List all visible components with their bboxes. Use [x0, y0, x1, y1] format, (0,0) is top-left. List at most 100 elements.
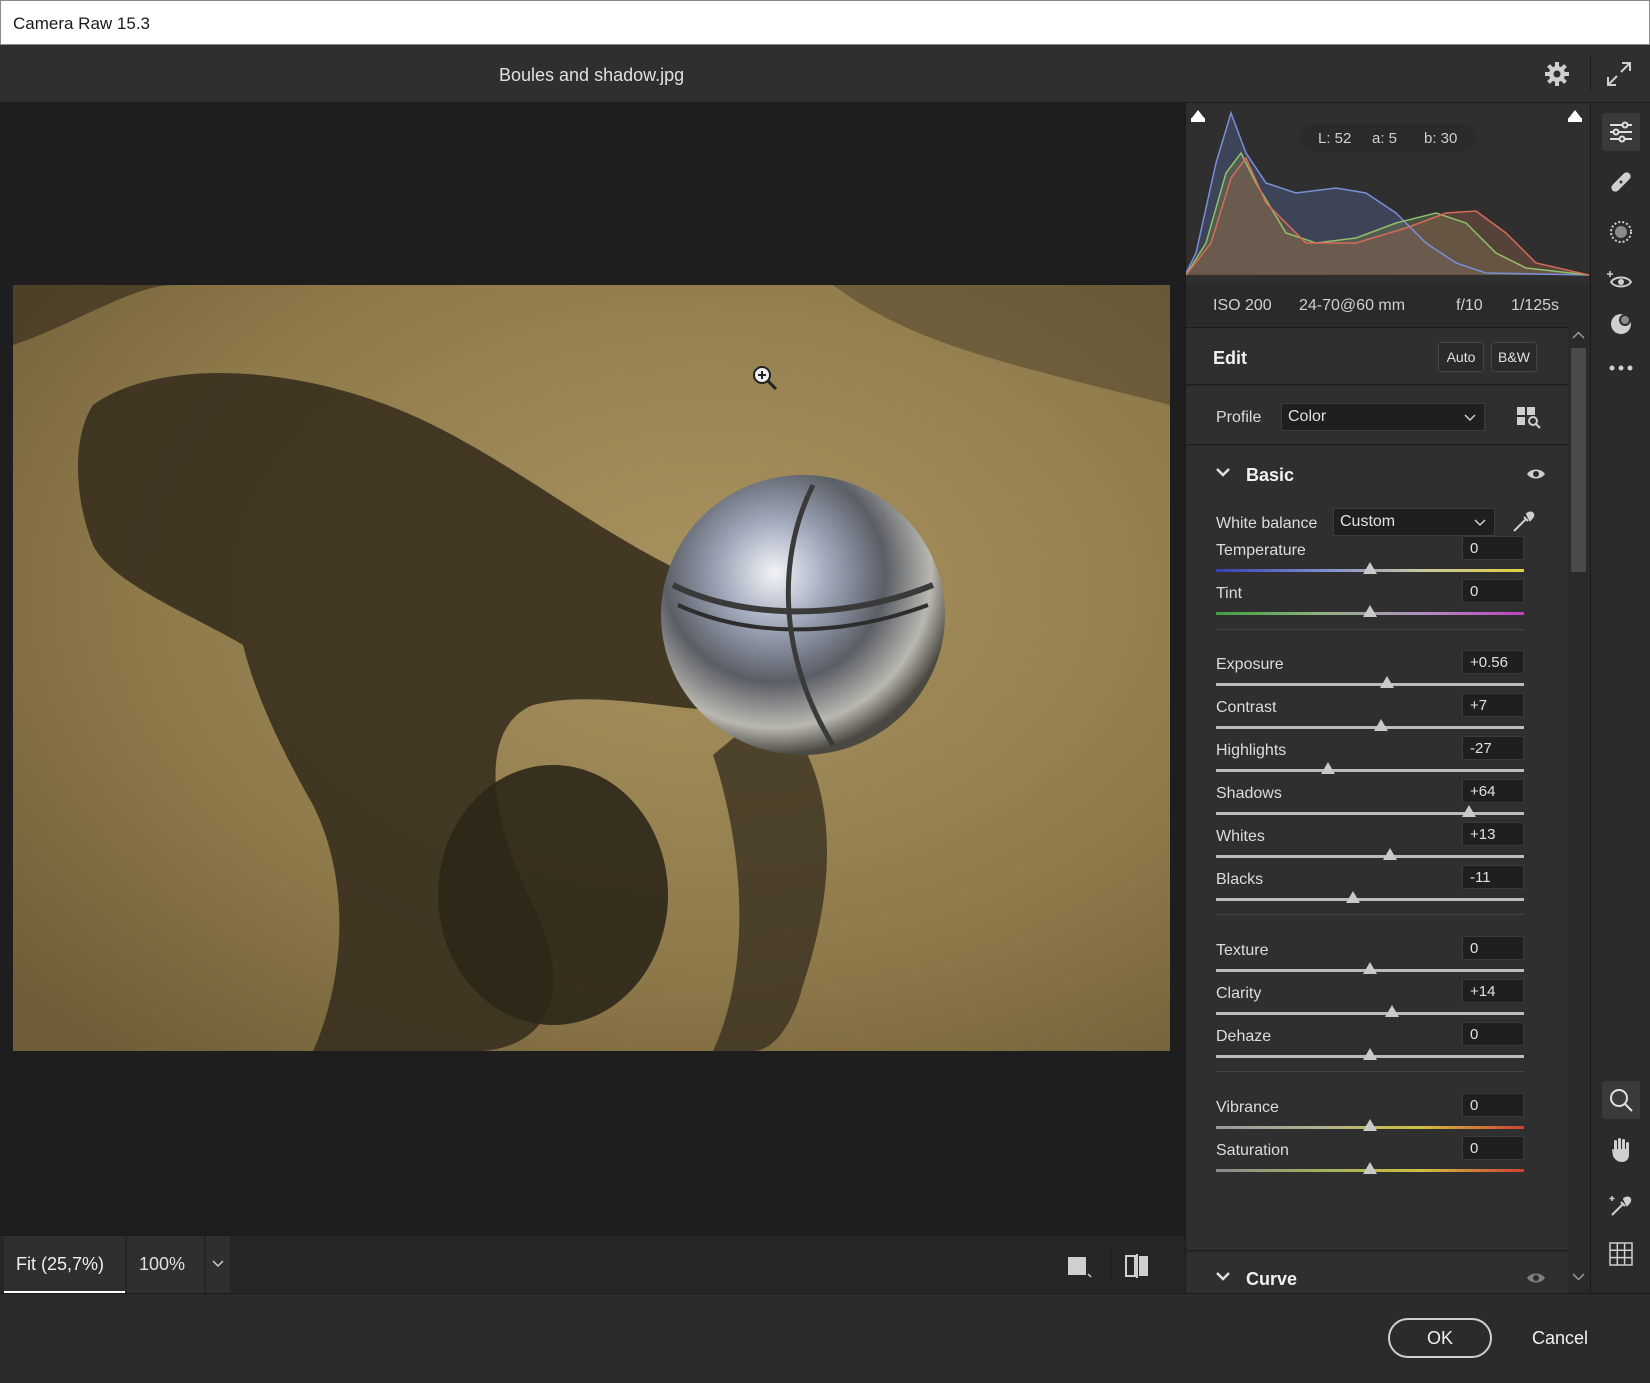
slider-thumb[interactable] [1363, 605, 1377, 617]
highlight-clipping-icon[interactable] [1565, 105, 1585, 125]
slider-blacks[interactable]: Blacks -11 [1216, 865, 1542, 913]
chevron-down-icon[interactable] [1215, 465, 1231, 483]
profile-row: Profile Color [1186, 387, 1568, 445]
section-divider [1216, 1071, 1524, 1072]
shutter-value: 1/125s [1511, 297, 1560, 314]
slider-thumb[interactable] [1346, 891, 1361, 903]
iso-value: ISO 200 [1213, 297, 1272, 314]
slider-thumb[interactable] [1363, 1119, 1377, 1131]
slider-thumb[interactable] [1363, 1162, 1377, 1174]
slider-thumb[interactable] [1383, 848, 1398, 860]
bw-button[interactable]: B&W [1491, 342, 1537, 372]
slider-thumb[interactable] [1373, 719, 1388, 731]
slider-value-input[interactable]: +14 [1462, 979, 1524, 1003]
slider-thumb[interactable] [1363, 1048, 1377, 1060]
eyedropper-icon[interactable] [1508, 507, 1538, 537]
slider-track[interactable] [1216, 683, 1524, 686]
slider-value-input[interactable]: -27 [1462, 736, 1524, 760]
section-divider [1216, 914, 1524, 915]
canvas-toolbar: Fit (25,7%) 100% [0, 1235, 1185, 1294]
slider-track[interactable] [1216, 726, 1524, 729]
slider-thumb[interactable] [1363, 562, 1377, 574]
profile-select[interactable]: Color [1281, 403, 1485, 431]
slider-track[interactable] [1216, 855, 1524, 858]
slider-value-input[interactable]: 0 [1462, 1136, 1524, 1160]
slider-value-input[interactable]: 0 [1462, 579, 1524, 603]
single-view-icon[interactable] [1066, 1254, 1092, 1280]
slider-value-input[interactable]: 0 [1462, 936, 1524, 960]
slider-label: Whites [1216, 828, 1265, 845]
edit-sliders-icon[interactable] [1602, 113, 1640, 151]
slider-thumb[interactable] [1363, 962, 1377, 974]
slider-clarity[interactable]: Clarity +14 [1216, 979, 1542, 1027]
image-canvas[interactable] [0, 103, 1185, 1235]
eye-icon[interactable] [1526, 467, 1546, 486]
slider-tint[interactable]: Tint 0 [1216, 579, 1542, 627]
scrollbar-thumb[interactable] [1571, 348, 1586, 572]
hand-icon[interactable] [1602, 1131, 1640, 1169]
slider-thumb[interactable] [1461, 805, 1476, 817]
masking-icon[interactable] [1602, 213, 1640, 251]
slider-value-input[interactable]: 0 [1462, 1093, 1524, 1117]
eye-icon[interactable] [1526, 1271, 1546, 1290]
chevron-up-icon[interactable] [1572, 331, 1585, 339]
cancel-button[interactable]: Cancel [1510, 1318, 1610, 1358]
panel-scrollbar[interactable] [1568, 327, 1589, 1293]
window-title: Camera Raw 15.3 [13, 14, 151, 33]
zoom-icon[interactable] [1602, 1081, 1640, 1119]
slider-whites[interactable]: Whites +13 [1216, 822, 1542, 870]
slider-vibrance[interactable]: Vibrance 0 [1216, 1093, 1542, 1141]
zoom-dropdown[interactable] [206, 1236, 230, 1294]
slider-thumb[interactable] [1321, 762, 1336, 774]
more-icon[interactable] [1602, 349, 1640, 387]
slider-shadows[interactable]: Shadows +64 [1216, 779, 1542, 827]
slider-texture[interactable]: Texture 0 [1216, 936, 1542, 984]
slider-value-input[interactable]: +64 [1462, 779, 1524, 803]
fullscreen-icon[interactable] [1604, 59, 1634, 89]
slider-value-input[interactable]: +7 [1462, 693, 1524, 717]
ok-button[interactable]: OK [1388, 1318, 1492, 1358]
auto-button[interactable]: Auto [1438, 342, 1484, 372]
slider-dehaze[interactable]: Dehaze 0 [1216, 1022, 1542, 1070]
basic-title: Basic [1246, 465, 1295, 485]
white-balance-select[interactable]: Custom [1333, 508, 1495, 536]
slider-saturation[interactable]: Saturation 0 [1216, 1136, 1542, 1184]
white-balance-value: Custom [1340, 513, 1396, 530]
grid-icon[interactable] [1602, 1235, 1640, 1273]
lab-readout: L: 52 a: 5 b: 30 [1300, 124, 1476, 152]
slider-contrast[interactable]: Contrast +7 [1216, 693, 1542, 741]
slider-label: Exposure [1216, 656, 1284, 673]
slider-value-input[interactable]: 0 [1462, 536, 1524, 560]
lab-a-value: a: 5 [1372, 130, 1398, 147]
photo-preview[interactable] [13, 285, 1170, 1051]
before-after-icon[interactable] [1123, 1252, 1151, 1280]
camera-metadata: ISO 200 24-70@60 mm f/10 1/125s [1186, 285, 1589, 325]
chevron-down-icon[interactable] [1572, 1273, 1585, 1281]
chevron-down-icon [212, 1260, 224, 1268]
healing-icon[interactable] [1602, 163, 1640, 201]
slider-exposure[interactable]: Exposure +0.56 [1216, 650, 1542, 698]
slider-highlights[interactable]: Highlights -27 [1216, 736, 1542, 784]
chevron-down-icon [1474, 519, 1486, 527]
slider-thumb[interactable] [1384, 1005, 1399, 1017]
slider-value-input[interactable]: +13 [1462, 822, 1524, 846]
shadow-clipping-icon[interactable] [1188, 105, 1208, 125]
slider-track[interactable] [1216, 898, 1524, 901]
slider-track[interactable] [1216, 812, 1524, 815]
zoom-100-button[interactable]: 100% [127, 1236, 204, 1294]
slider-value-input[interactable]: +0.56 [1462, 650, 1524, 674]
color-sampler-icon[interactable] [1602, 1187, 1640, 1225]
slider-track[interactable] [1216, 769, 1524, 772]
slider-thumb[interactable] [1380, 676, 1395, 688]
presets-icon[interactable] [1602, 305, 1640, 343]
chevron-down-icon[interactable] [1215, 1269, 1231, 1287]
profile-browser-icon[interactable] [1516, 405, 1542, 429]
slider-track[interactable] [1216, 1012, 1524, 1015]
slider-temperature[interactable]: Temperature 0 [1216, 536, 1542, 584]
redeye-icon[interactable] [1602, 261, 1640, 299]
header-divider [1590, 55, 1591, 93]
slider-value-input[interactable]: -11 [1462, 865, 1524, 889]
gear-icon[interactable] [1542, 59, 1572, 89]
zoom-fit-button[interactable]: Fit (25,7%) [4, 1236, 125, 1294]
slider-value-input[interactable]: 0 [1462, 1022, 1524, 1046]
